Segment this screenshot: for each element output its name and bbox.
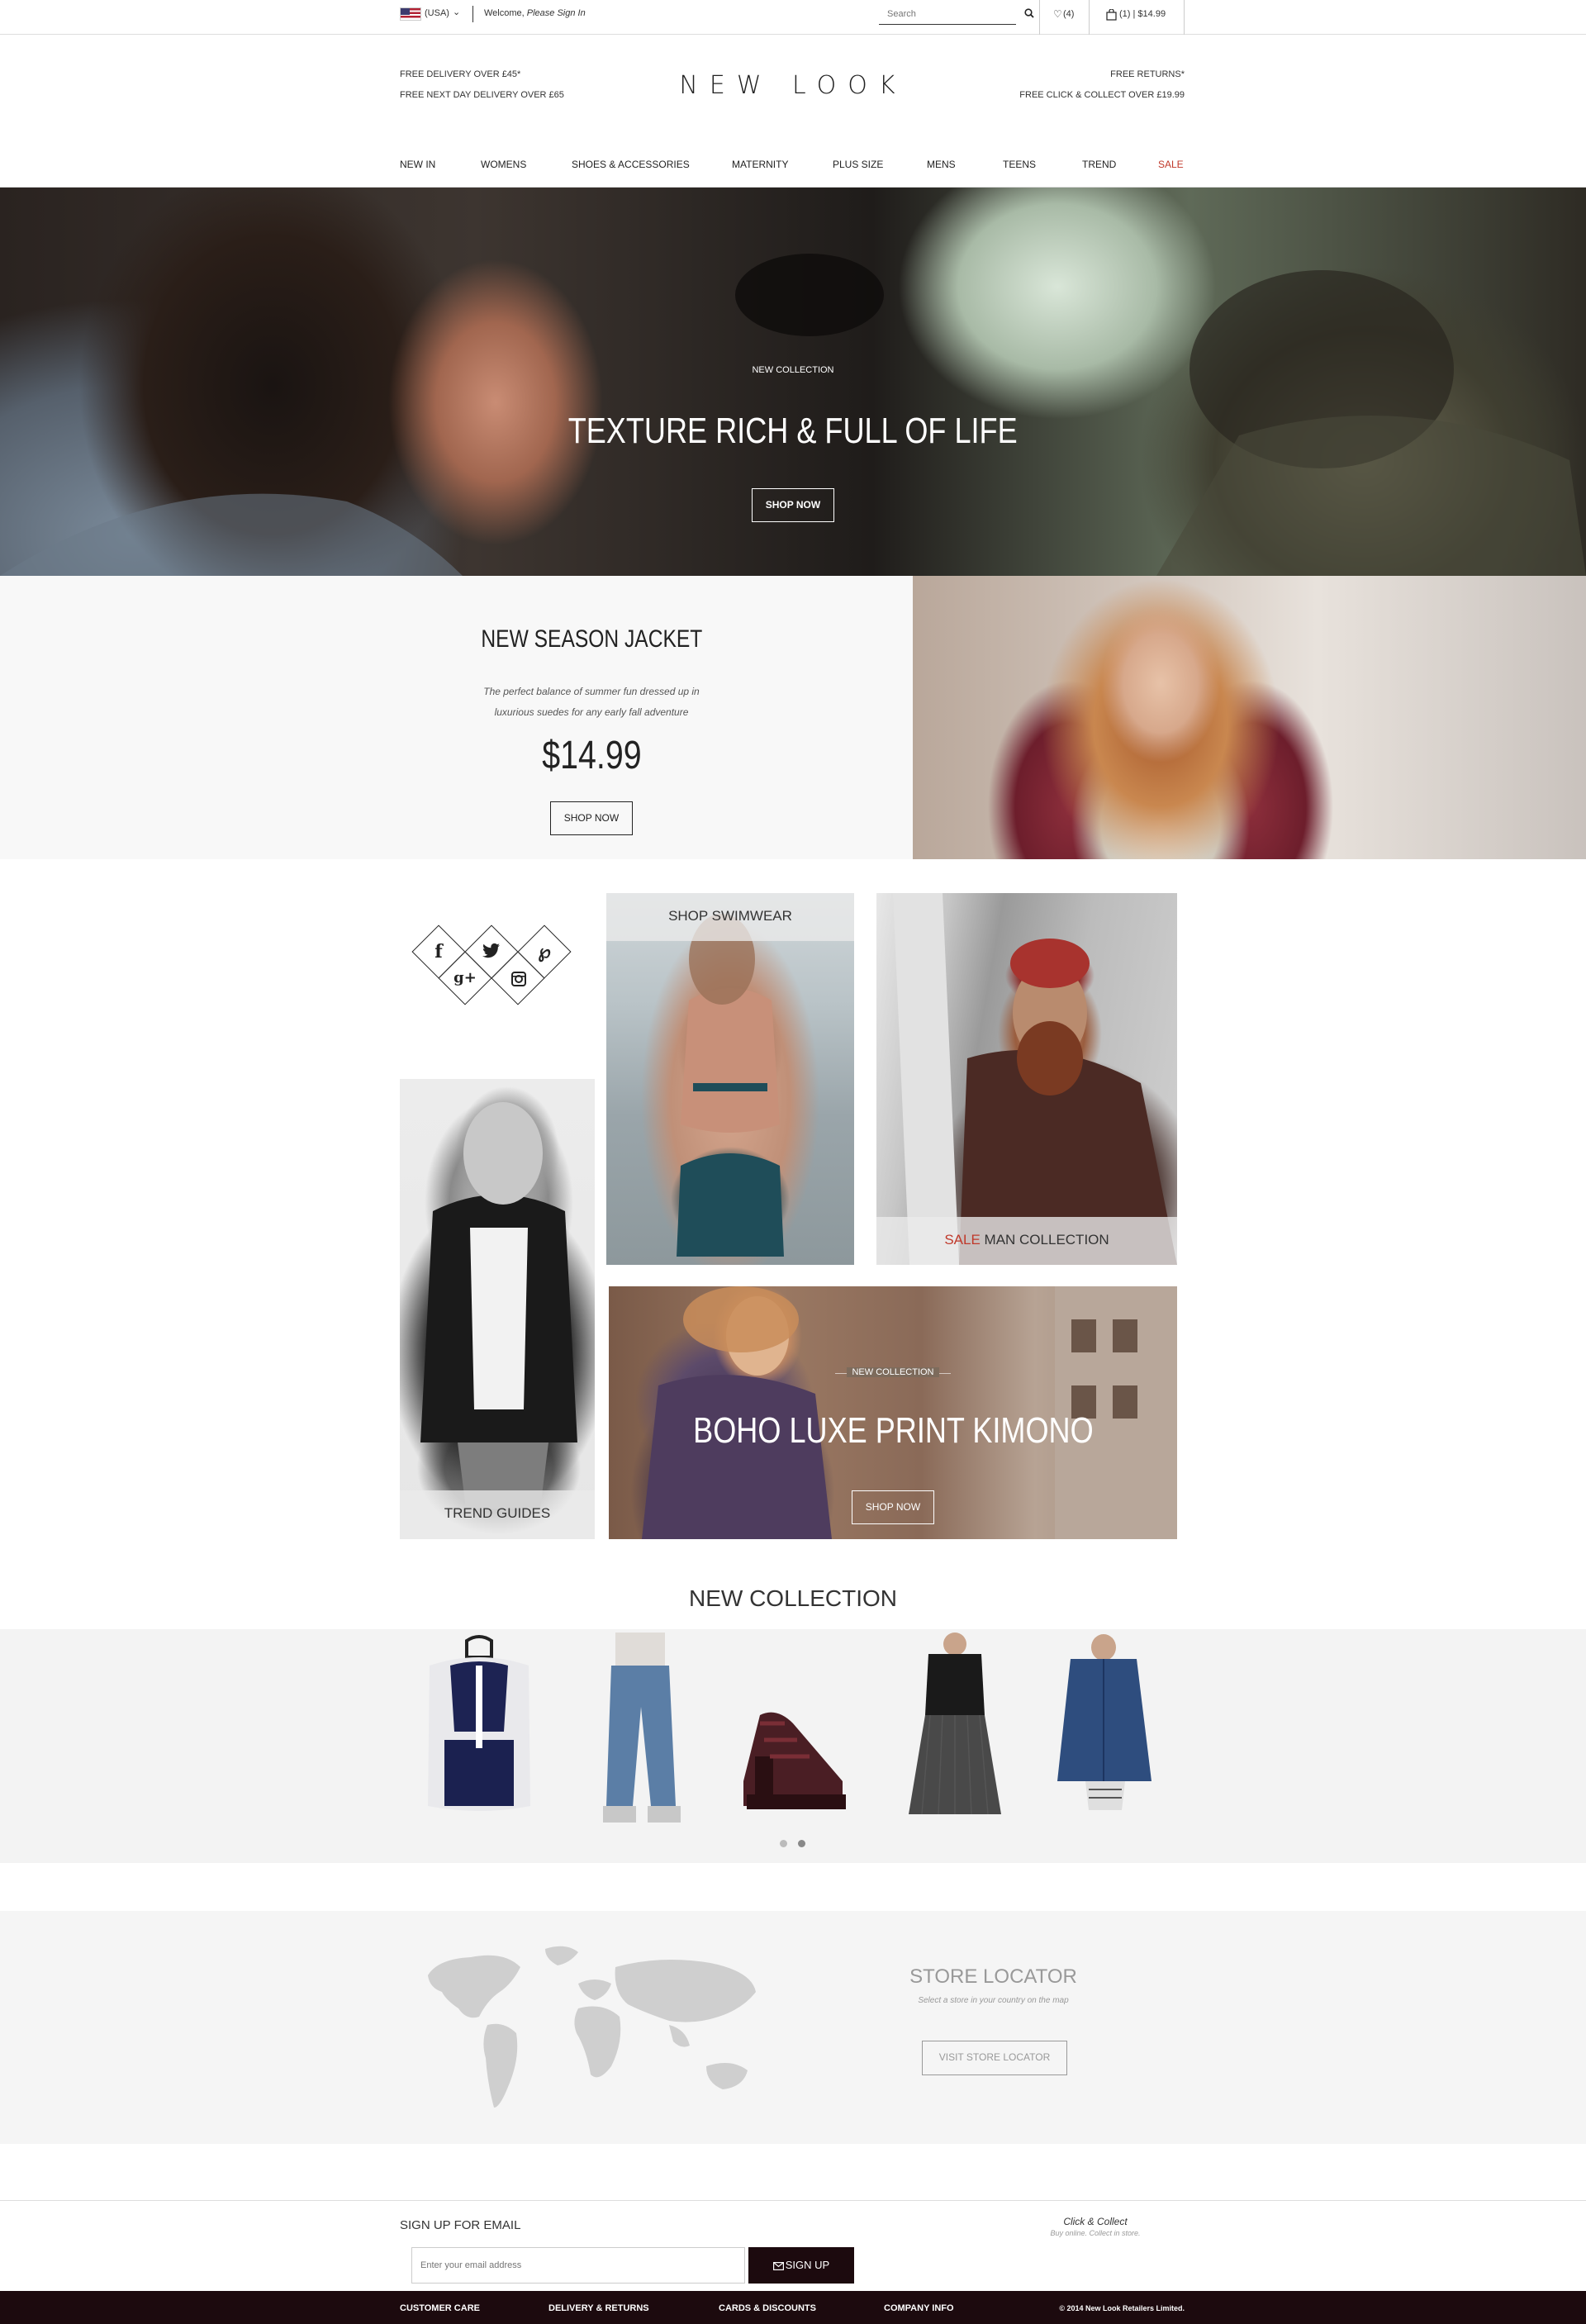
cart-summary: (1) | $14.99 <box>1119 9 1166 19</box>
footer-link-customer-care[interactable]: CUSTOMER CARE <box>400 2303 480 2313</box>
hero-title-text: TEXTURE RICH & FULL OF LIFE <box>568 411 1018 451</box>
world-map-icon[interactable] <box>421 1942 768 2116</box>
shopping-bag-icon <box>1106 9 1117 21</box>
top-bar: (USA) ⌄ Welcome, Please Sign In ♡ (4) (1… <box>0 0 1586 35</box>
product-backpack[interactable] <box>413 1633 545 1831</box>
jacket-description: The perfect balance of summer fun dresse… <box>413 682 770 723</box>
product-pleated-dress[interactable] <box>897 1633 1013 1831</box>
signup-button-label: SIGN UP <box>785 2259 830 2271</box>
jacket-shop-now-button[interactable]: SHOP NOW <box>550 801 633 835</box>
swimwear-label: SHOP SWIMWEAR <box>668 908 792 924</box>
country-selector[interactable]: (USA) <box>425 8 449 18</box>
google-plus-icon[interactable]: g+ <box>446 959 484 997</box>
visit-store-locator-button[interactable]: VISIT STORE LOCATOR <box>922 2041 1067 2075</box>
jacket-title-text: NEW SEASON JACKET <box>481 625 702 653</box>
trend-guides-image <box>420 1102 577 1509</box>
footer-link-cards-discounts[interactable]: CARDS & DISCOUNTS <box>719 2303 816 2313</box>
nav-item-trend[interactable]: TREND <box>1082 159 1116 170</box>
product-heels[interactable] <box>727 1633 859 1831</box>
welcome-prefix: Welcome, <box>484 8 525 18</box>
nav-item-womens[interactable]: WOMENS <box>481 159 526 170</box>
hero-banner[interactable]: NEW COLLECTION TEXTURE RICH & FULL OF LI… <box>0 188 1586 576</box>
footer-divider <box>0 2200 1586 2201</box>
signup-title: SIGN UP FOR EMAIL <box>400 2218 521 2232</box>
product-jeans[interactable] <box>578 1633 702 1831</box>
kimono-title-text: BOHO LUXE PRINT KIMONO <box>692 1410 1094 1451</box>
hero-kicker: NEW COLLECTION <box>752 365 834 375</box>
heart-icon: ♡ <box>1053 8 1062 20</box>
nav-item-teens[interactable]: TEENS <box>1003 159 1036 170</box>
cart-button[interactable]: (1) | $14.99 <box>1089 0 1185 35</box>
delivery-info-1: FREE DELIVERY OVER £45* <box>400 69 521 79</box>
man-collection-image <box>893 893 1177 1265</box>
copyright: © 2014 New Look Retailers Limited. <box>1059 2304 1185 2312</box>
sign-in-link[interactable]: Please Sign In <box>527 8 586 18</box>
carousel-dot-2[interactable] <box>798 1840 805 1847</box>
store-locator-subtitle: Select a store in your country on the ma… <box>918 1996 1069 2005</box>
swimwear-tile[interactable]: SHOP SWIMWEAR <box>606 893 854 1265</box>
email-input[interactable] <box>411 2247 745 2284</box>
jacket-price: $14.99 <box>468 733 715 778</box>
signup-button[interactable]: SIGN UP <box>748 2247 854 2284</box>
trend-label: TREND GUIDES <box>444 1505 551 1521</box>
kimono-kicker: NEW COLLECTION <box>835 1367 951 1377</box>
nav-item-mens[interactable]: MENS <box>927 159 956 170</box>
nav-item-plus-size[interactable]: PLUS SIZE <box>833 159 883 170</box>
nav-item-shoes-accessories[interactable]: SHOES & ACCESSORIES <box>572 159 690 170</box>
footer-link-company-info[interactable]: COMPANY INFO <box>884 2303 954 2313</box>
man-sale-text: SALE <box>944 1232 981 1248</box>
instagram-icon[interactable] <box>510 971 527 987</box>
brand-logo[interactable]: NEW LOOK <box>628 71 958 100</box>
nav-item-new-in[interactable]: NEW IN <box>400 159 435 170</box>
man-label-text: MAN COLLECTION <box>984 1232 1109 1248</box>
footer-link-delivery-returns[interactable]: DELIVERY & RETURNS <box>548 2303 649 2313</box>
kimono-shop-now-button[interactable]: SHOP NOW <box>852 1490 934 1524</box>
nav-item-maternity[interactable]: MATERNITY <box>732 159 788 170</box>
delivery-info-2: FREE NEXT DAY DELIVERY OVER £65 <box>400 90 564 100</box>
trend-guides-tile[interactable]: TREND GUIDES <box>400 1079 595 1539</box>
man-label: SALE MAN COLLECTION <box>876 1232 1177 1248</box>
usa-flag-icon[interactable] <box>400 7 421 21</box>
search-icon[interactable] <box>1024 8 1034 18</box>
product-denim-parka[interactable] <box>1046 1633 1170 1831</box>
kimono-tile[interactable]: NEW COLLECTION BOHO LUXE PRINT KIMONO SH… <box>609 1286 1177 1539</box>
store-locator-title: STORE LOCATOR <box>909 1965 1077 1988</box>
store-locator-section <box>0 1911 1586 2144</box>
carousel-dot-1[interactable] <box>780 1840 787 1847</box>
hero-title: TEXTURE RICH & FULL OF LIFE <box>463 411 1123 452</box>
chevron-down-icon[interactable]: ⌄ <box>453 7 460 17</box>
jacket-desc-line-1: The perfect balance of summer fun dresse… <box>483 686 700 697</box>
new-collection-title: NEW COLLECTION <box>688 1585 898 1611</box>
man-collection-tile[interactable]: SALE MAN COLLECTION <box>876 893 1177 1265</box>
swimwear-image <box>677 914 784 1257</box>
divider <box>472 6 473 22</box>
welcome-text: Welcome, Please Sign In <box>484 8 586 18</box>
search-input[interactable] <box>879 5 995 23</box>
click-collect-subtitle: Buy online. Collect in store. <box>1050 2229 1141 2237</box>
jacket-title: NEW SEASON JACKET <box>330 625 852 653</box>
click-collect-info: FREE CLICK & COLLECT OVER £19.99 <box>1019 90 1185 100</box>
kimono-title: BOHO LUXE PRINT KIMONO <box>609 1410 1177 1452</box>
twitter-icon[interactable] <box>482 943 501 961</box>
click-collect-title: Click & Collect <box>1063 2216 1128 2227</box>
returns-info: FREE RETURNS* <box>1110 69 1185 79</box>
kimono-kicker-text: NEW COLLECTION <box>847 1367 939 1377</box>
jacket-promo: NEW SEASON JACKET The perfect balance of… <box>0 576 913 859</box>
jacket-model-image[interactable] <box>913 576 1586 859</box>
wishlist-button[interactable]: ♡ (4) <box>1039 0 1089 35</box>
search-box <box>879 5 1016 25</box>
hero-shop-now-button[interactable]: SHOP NOW <box>752 488 834 522</box>
envelope-icon <box>772 2261 784 2270</box>
nav-item-sale[interactable]: SALE <box>1158 159 1184 170</box>
jacket-desc-line-2: luxurious suedes for any early fall adve… <box>494 706 689 718</box>
wishlist-count: (4) <box>1063 9 1075 19</box>
jacket-price-text: $14.99 <box>541 734 642 777</box>
